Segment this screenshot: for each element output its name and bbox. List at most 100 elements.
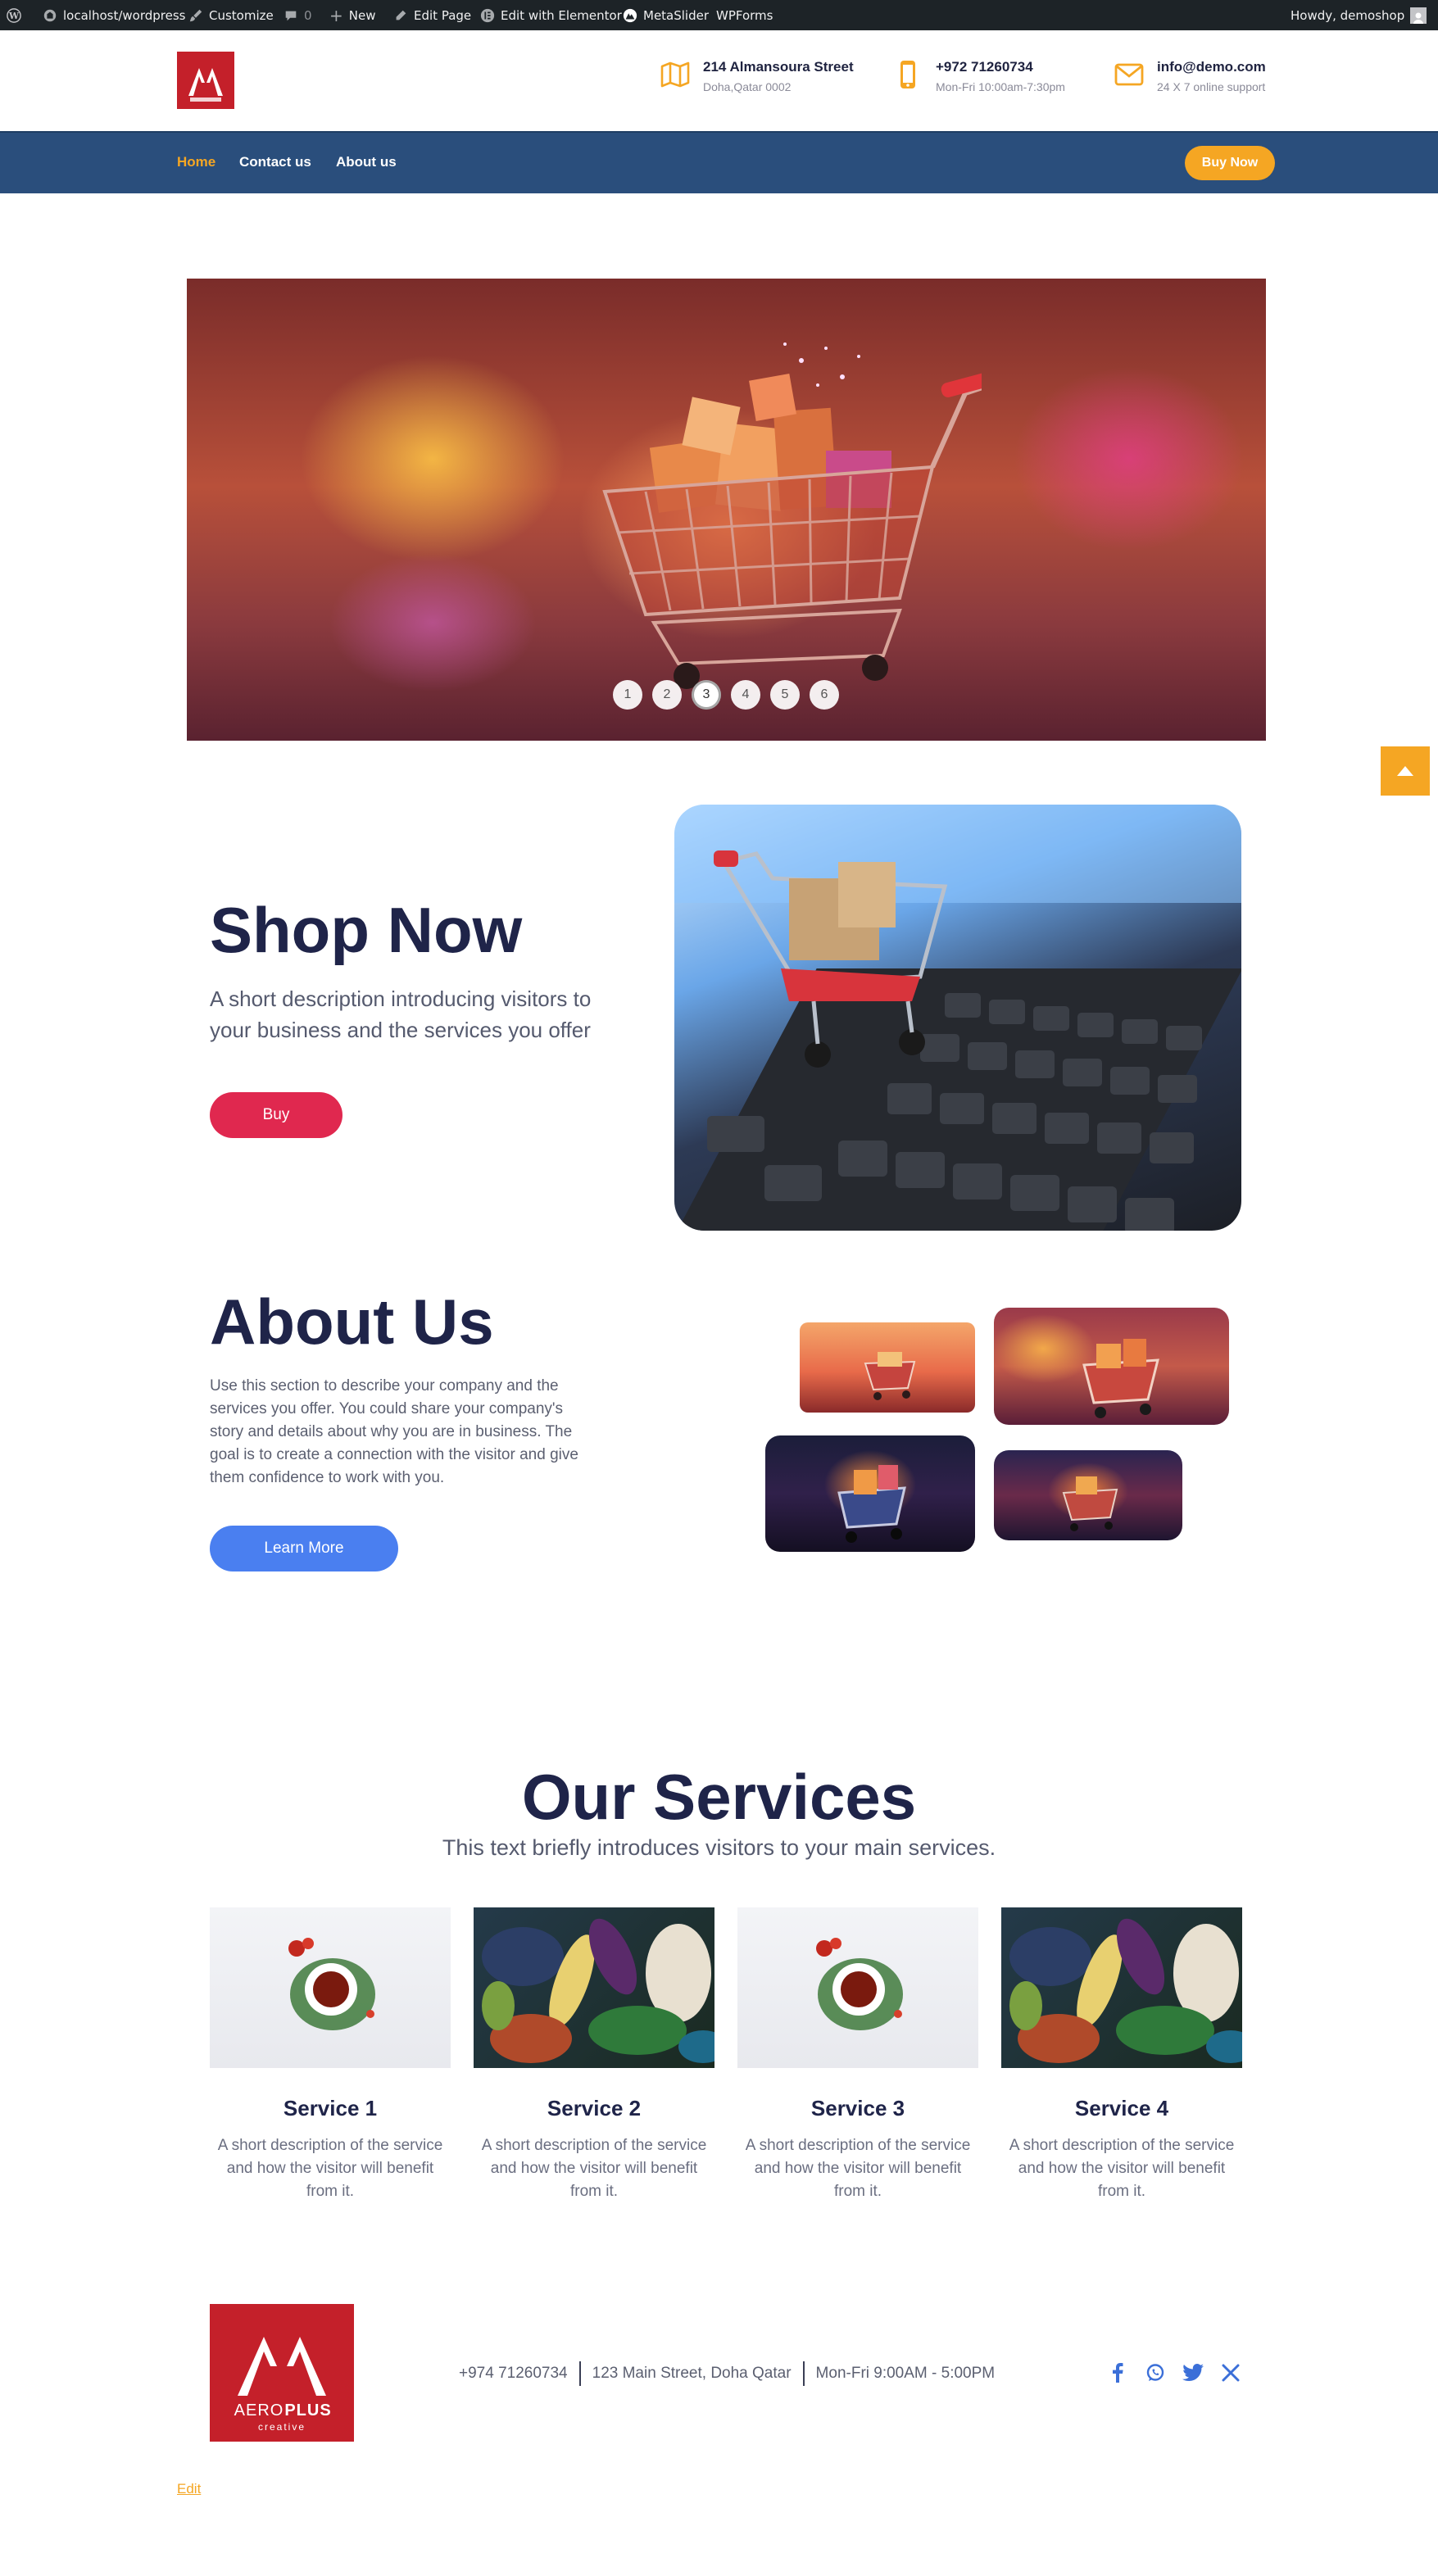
- service-image-vegetables: [474, 1907, 714, 2068]
- site-header: 214 Almansoura Street Doha,Qatar 0002 +9…: [0, 30, 1438, 131]
- address-sub: Doha,Qatar 0002: [703, 80, 792, 93]
- service-text: A short description of the service and h…: [481, 2137, 707, 2200]
- admin-bar-account[interactable]: Howdy, demoshop: [1291, 0, 1427, 30]
- slider-dot[interactable]: 6: [810, 680, 839, 710]
- footer-hours: Mon-Fri 9:00AM - 5:00PM: [815, 2365, 996, 2382]
- footer-address: 123 Main Street, Doha Qatar: [592, 2365, 792, 2382]
- about-title: About Us: [210, 1286, 494, 1358]
- edit-link[interactable]: Edit: [177, 2481, 201, 2497]
- about-gallery-image: [994, 1308, 1229, 1425]
- service-name: Service 2: [547, 2096, 642, 2120]
- divider: [578, 2361, 581, 2386]
- learn-more-button[interactable]: Learn More: [210, 1526, 398, 1571]
- site-label: localhost/wordpress: [63, 7, 186, 23]
- buy-now-button[interactable]: Buy Now: [1185, 146, 1275, 180]
- admin-bar-new[interactable]: + New: [329, 0, 375, 30]
- admin-bar-comments[interactable]: 0: [284, 0, 312, 30]
- service-name: Service 3: [810, 2096, 905, 2120]
- wp-admin-bar: W localhost/wordpress Customize 0 + New …: [0, 0, 1438, 30]
- new-label: New: [348, 7, 376, 23]
- service-text: A short description of the service and h…: [1009, 2137, 1235, 2200]
- buy-button[interactable]: Buy: [210, 1092, 342, 1138]
- service-name: Service 1: [283, 2096, 378, 2120]
- admin-bar-site[interactable]: localhost/wordpress: [43, 0, 185, 30]
- header-email: info@demo.com 24 X 7 online support: [1113, 58, 1266, 98]
- shop-description: A short description introducing visitors…: [210, 986, 592, 1042]
- address-title: 214 Almansoura Street: [703, 59, 854, 75]
- services-title: Our Services: [521, 1761, 917, 1833]
- metaslider-icon: [623, 8, 637, 22]
- edit-page-label: Edit Page: [414, 7, 472, 23]
- divider: [802, 2361, 805, 2386]
- phone-title: +972 71260734: [936, 59, 1033, 75]
- service-text: A short description of the service and h…: [745, 2137, 971, 2200]
- service-card[interactable]: Service 3 A short description of the ser…: [737, 1907, 978, 2203]
- about-gallery-image: [765, 1435, 975, 1552]
- comment-count: 0: [304, 7, 312, 23]
- envelope-icon: [1114, 63, 1144, 86]
- wpforms-label: WPForms: [716, 7, 773, 23]
- service-card[interactable]: Service 4 A short description of the ser…: [1001, 1907, 1242, 2203]
- service-card[interactable]: Service 2 A short description of the ser…: [474, 1907, 714, 2203]
- facebook-icon[interactable]: [1106, 2361, 1129, 2384]
- social-links: [1106, 2361, 1242, 2384]
- logo-tagline: creative: [258, 2421, 306, 2433]
- logo-text-left: AERO: [234, 2401, 284, 2420]
- main-navigation: Home Contact us About us Buy Now: [0, 131, 1438, 193]
- caret-up-icon: [1397, 766, 1413, 776]
- svg-text:W: W: [8, 11, 20, 21]
- admin-bar-customize[interactable]: Customize: [188, 0, 274, 30]
- howdy-label: Howdy, demoshop: [1291, 7, 1405, 23]
- nav-item-home[interactable]: Home: [177, 154, 215, 170]
- service-image-vegetables: [1001, 1907, 1242, 2068]
- slider-dot-active[interactable]: 3: [692, 680, 721, 710]
- laptop-cart-image: [674, 805, 1241, 1231]
- email-title: info@demo.com: [1157, 59, 1266, 75]
- slider-dot[interactable]: 4: [731, 680, 760, 710]
- plus-icon: +: [329, 5, 343, 25]
- service-text: A short description of the service and h…: [217, 2137, 443, 2200]
- shopping-cart-image: [602, 342, 982, 689]
- admin-bar-edit-page[interactable]: Edit Page: [393, 0, 471, 30]
- hero-slider[interactable]: 1 2 3 4 5 6: [187, 279, 1266, 741]
- x-icon[interactable]: [1219, 2361, 1242, 2384]
- pencil-icon: [396, 10, 406, 20]
- elementor-icon: [480, 8, 495, 22]
- mobile-phone-icon: [900, 61, 915, 88]
- comment-icon: [285, 11, 297, 20]
- logo-text-right: PLUS: [284, 2401, 331, 2420]
- slider-dot[interactable]: 1: [613, 680, 642, 710]
- footer-phone: +974 71260734: [459, 2365, 568, 2382]
- back-to-top-button[interactable]: [1381, 746, 1430, 796]
- whatsapp-icon[interactable]: [1144, 2361, 1167, 2384]
- email-sub: 24 X 7 online support: [1157, 80, 1266, 93]
- slider-dot[interactable]: 5: [770, 680, 800, 710]
- footer-logo[interactable]: AERO PLUS creative: [210, 2304, 354, 2442]
- site-logo[interactable]: [177, 52, 234, 109]
- customize-label: Customize: [209, 7, 274, 23]
- slider-dot[interactable]: 2: [652, 680, 682, 710]
- service-card[interactable]: Service 1 A short description of the ser…: [210, 1907, 451, 2203]
- admin-bar-elementor[interactable]: Edit with Elementor: [480, 0, 622, 30]
- slider-pagination: 1 2 3 4 5 6: [613, 680, 839, 710]
- footer-contact-info: +974 71260734 123 Main Street, Doha Qata…: [459, 2361, 995, 2386]
- about-gallery-image: [994, 1450, 1182, 1540]
- avatar: [1410, 7, 1427, 24]
- about-description: Use this section to describe your compan…: [210, 1377, 578, 1486]
- map-icon: [660, 61, 690, 88]
- header-phone: +972 71260734 Mon-Fri 10:00am-7:30pm: [891, 58, 1065, 98]
- shop-title: Shop Now: [210, 894, 523, 966]
- service-name: Service 4: [1074, 2096, 1169, 2120]
- admin-bar-metaslider[interactable]: MetaSlider: [623, 0, 709, 30]
- nav-item-contact-us[interactable]: Contact us: [239, 154, 311, 170]
- brush-icon: [189, 9, 202, 21]
- header-address: 214 Almansoura Street Doha,Qatar 0002: [659, 58, 854, 98]
- phone-sub: Mon-Fri 10:00am-7:30pm: [936, 80, 1065, 93]
- nav-item-about-us[interactable]: About us: [336, 154, 397, 170]
- admin-bar-wpforms[interactable]: WPForms: [716, 0, 773, 30]
- metaslider-label: MetaSlider: [643, 7, 710, 23]
- twitter-icon[interactable]: [1182, 2361, 1204, 2384]
- elementor-label: Edit with Elementor: [501, 7, 622, 23]
- wordpress-logo-icon[interactable]: W: [7, 0, 21, 30]
- about-gallery-image: [800, 1322, 975, 1413]
